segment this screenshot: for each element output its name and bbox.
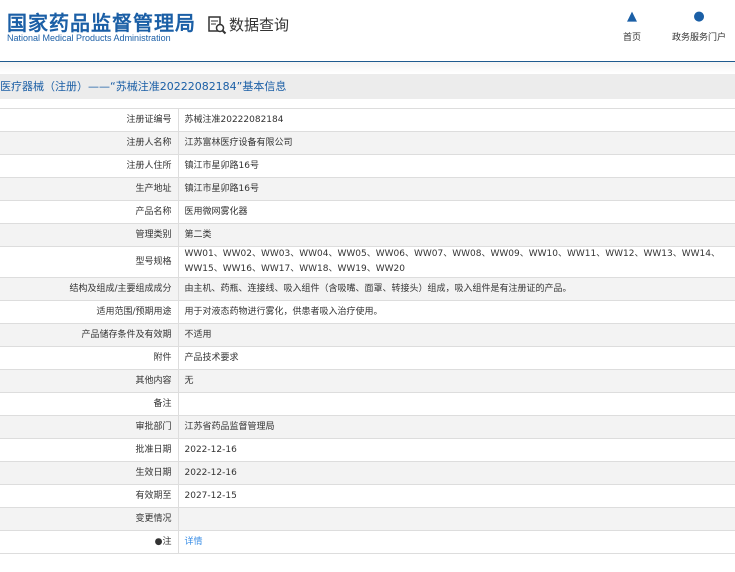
field-label: 备注 <box>0 392 179 416</box>
field-value: 2027-12-15 <box>178 484 735 508</box>
field-label: 注册人住所 <box>0 154 179 178</box>
field-label: 产品储存条件及有效期 <box>0 323 179 347</box>
table-row: 产品储存条件及有效期 不适用 <box>0 323 735 347</box>
info-table: 注册证编号 苏械注准20222082184 注册人名称 江苏富林医疗设备有限公司 注册人… <box>0 108 735 554</box>
table-row: 备注 <box>0 392 735 416</box>
field-label: 变更情况 <box>0 507 179 531</box>
field-label: 结构及组成/主要组成成分 <box>0 277 179 301</box>
field-label: 有效期至 <box>0 484 179 508</box>
field-label: 附件 <box>0 346 179 370</box>
field-value: 2022-12-16 <box>178 438 735 462</box>
nav-portal-label: 政务服务门户 <box>671 33 726 43</box>
site-header: 国家药品监督管理局 National Medical Products Admi… <box>0 0 735 62</box>
field-value: 镇江市星卯路16号 <box>178 177 735 201</box>
field-label: 管理类别 <box>0 223 179 247</box>
table-row: 管理类别 第二类 <box>0 223 735 247</box>
field-value: 医用微网雾化器 <box>178 200 735 224</box>
nav-service-portal[interactable]: ● 政务服务门户 <box>668 9 730 44</box>
field-label: 产品名称 <box>0 200 179 224</box>
data-query-title: 数据查询 <box>207 14 289 35</box>
field-label: 批准日期 <box>0 438 179 462</box>
table-row: 型号规格 WW01、WW02、WW03、WW04、WW05、WW06、WW07、W… <box>0 246 735 278</box>
field-label: 生效日期 <box>0 461 179 485</box>
field-value: 产品技术要求 <box>178 346 735 370</box>
field-value: 用于对液态药物进行雾化，供患者吸入治疗使用。 <box>178 300 735 324</box>
table-row: 变更情况 <box>0 507 735 531</box>
table-row: 产品名称 医用微网雾化器 <box>0 200 735 224</box>
home-icon: ▲ <box>627 9 637 24</box>
divider-band <box>0 62 735 74</box>
logo-title[interactable]: 国家药品监督管理局 <box>7 7 196 36</box>
field-value: 无 <box>178 369 735 393</box>
field-value <box>178 507 735 531</box>
table-row: 批准日期 2022-12-16 <box>0 438 735 462</box>
user-icon: ● <box>693 9 705 24</box>
table-row: 有效期至 2027-12-15 <box>0 484 735 508</box>
field-value: 2022-12-16 <box>178 461 735 485</box>
logo-subtitle: National Medical Products Administration <box>7 33 171 43</box>
details-link[interactable]: 详情 <box>185 537 203 547</box>
table-row: 生产地址 镇江市星卯路16号 <box>0 177 735 201</box>
table-row: 附件 产品技术要求 <box>0 346 735 370</box>
field-label: 审批部门 <box>0 415 179 439</box>
table-row: 适用范围/预期用途 用于对液态药物进行雾化，供患者吸入治疗使用。 <box>0 300 735 324</box>
nav-home[interactable]: ▲ 首页 <box>618 9 646 44</box>
field-label: 型号规格 <box>0 246 179 278</box>
field-value: 苏械注准20222082184 <box>178 108 735 132</box>
table-row: 生效日期 2022-12-16 <box>0 461 735 485</box>
field-value: WW01、WW02、WW03、WW04、WW05、WW06、WW07、WW08、… <box>178 246 735 278</box>
field-value: 江苏省药品监督管理局 <box>178 415 735 439</box>
table-row-note: ●注 详情 <box>0 530 735 554</box>
table-row: 结构及组成/主要组成成分 由主机、药瓶、连接线、吸入组件（含吸嘴、面罩、转接头）组… <box>0 277 735 301</box>
field-value: 江苏富林医疗设备有限公司 <box>178 131 735 155</box>
field-value: 镇江市星卯路16号 <box>178 154 735 178</box>
table-row: 审批部门 江苏省药品监督管理局 <box>0 415 735 439</box>
table-row: 注册证编号 苏械注准20222082184 <box>0 108 735 132</box>
field-label: 适用范围/预期用途 <box>0 300 179 324</box>
query-label: 数据查询 <box>229 16 290 34</box>
field-value <box>178 392 735 416</box>
nav-home-label: 首页 <box>622 33 641 43</box>
field-label: 注册证编号 <box>0 108 179 132</box>
field-label: 注册人名称 <box>0 131 179 155</box>
field-label: ●注 <box>0 530 179 554</box>
note-label: 注 <box>162 536 172 547</box>
field-value: 由主机、药瓶、连接线、吸入组件（含吸嘴、面罩、转接头）组成，吸入组件是有注册证的… <box>178 277 735 301</box>
field-value: 第二类 <box>178 223 735 247</box>
table-row: 注册人名称 江苏富林医疗设备有限公司 <box>0 131 735 155</box>
document-search-icon <box>208 15 227 34</box>
table-row: 其他内容无 <box>0 369 735 393</box>
table-row: 注册人住所 镇江市星卯路16号 <box>0 154 735 178</box>
field-label: 其他内容 <box>0 369 179 393</box>
page-title: 医疗器械（注册）——“苏械注准20222082184”基本信息 <box>0 74 735 99</box>
field-value: 不适用 <box>178 323 735 347</box>
field-label: 生产地址 <box>0 177 179 201</box>
